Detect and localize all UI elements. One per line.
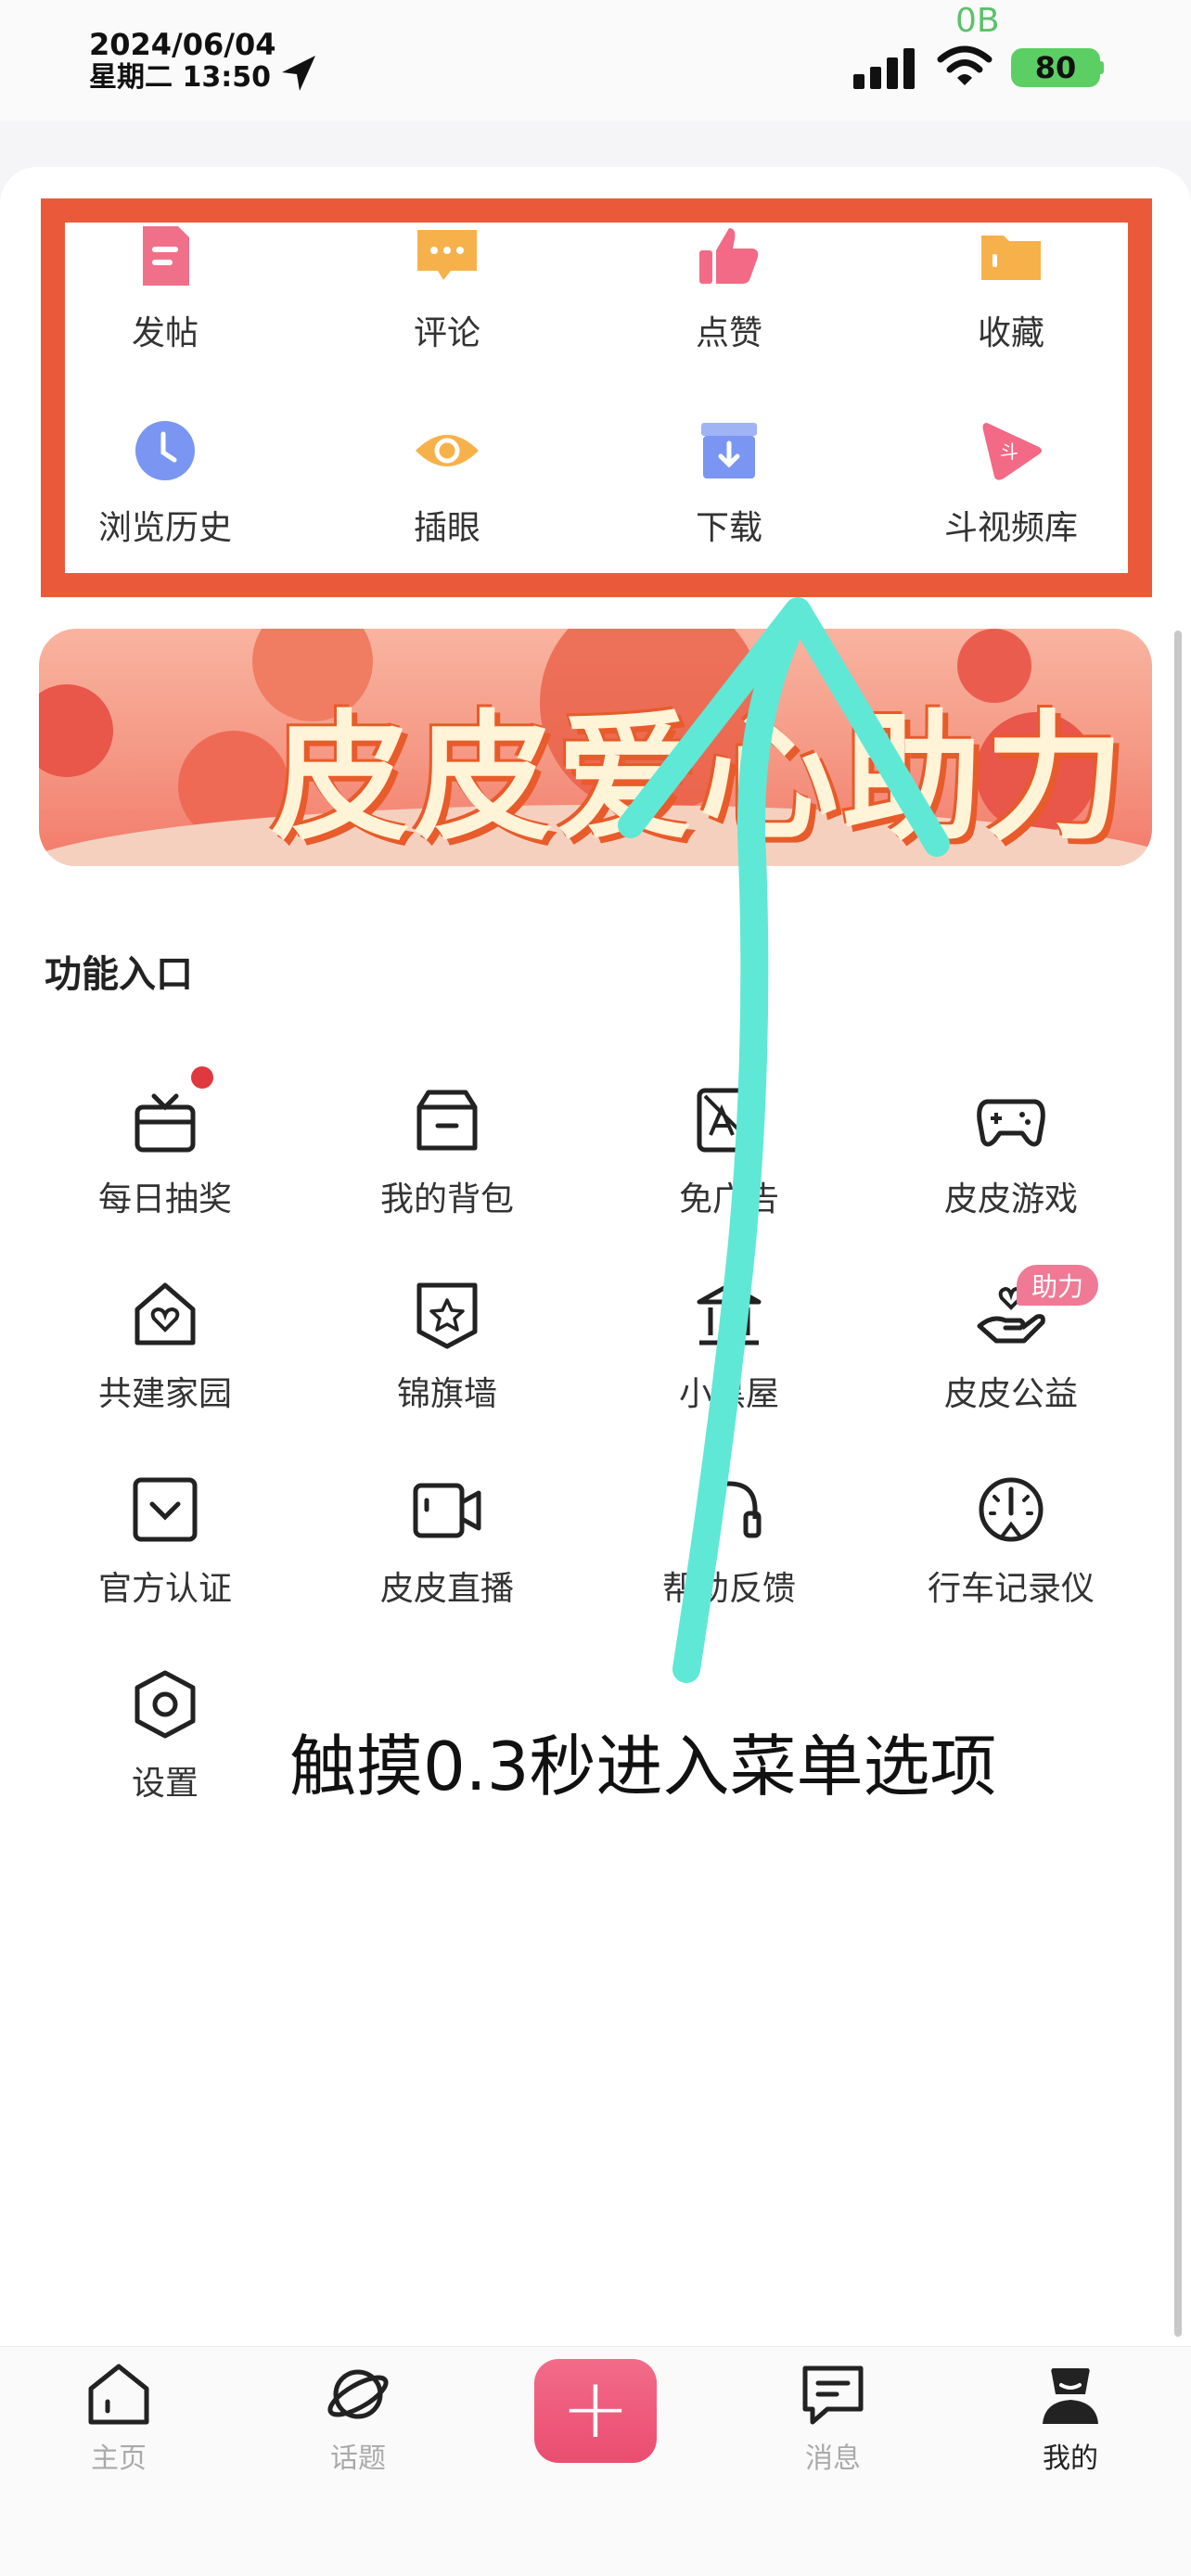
tab-label: 我的 <box>1043 2442 1098 2475</box>
func-live[interactable]: 皮皮直播 <box>308 1473 586 1610</box>
backpack-icon <box>416 1090 478 1151</box>
dashcam-gauge-icon <box>979 1477 1044 1542</box>
net-speed: 0B <box>955 2 1000 40</box>
tab-label: 消息 <box>805 2442 861 2475</box>
func-build-home[interactable]: 共建家园 <box>26 1278 304 1415</box>
settings-hex-icon <box>134 1670 196 1739</box>
tab-mine[interactable]: 我的 <box>996 2361 1145 2476</box>
func-official-cert[interactable]: 官方认证 <box>26 1473 304 1610</box>
notification-dot <box>191 1066 213 1089</box>
profile-icon <box>1043 2368 1098 2424</box>
gamepad-icon <box>977 1099 1045 1147</box>
planet-icon <box>327 2369 389 2419</box>
func-label: 每日抽奖 <box>97 1180 232 1218</box>
func-backpack[interactable]: 我的背包 <box>308 1083 586 1220</box>
func-label: 设置 <box>131 1765 198 1803</box>
gesture-instruction-text: 触摸0.3秒进入菜单选项 <box>289 1728 997 1805</box>
create-post-button[interactable]: + <box>534 2359 657 2463</box>
live-camera-icon <box>413 1483 481 1538</box>
message-icon <box>802 2366 864 2425</box>
tab-topics[interactable]: 话题 <box>284 2361 432 2476</box>
status-bar: 2024/06/04 星期二 13:50 0B 80 <box>0 0 1191 121</box>
home-icon <box>88 2364 149 2425</box>
highlight-box <box>41 198 1152 597</box>
battery-indicator: 80 <box>1011 48 1100 87</box>
func-label: 锦旗墙 <box>396 1375 497 1413</box>
tab-home[interactable]: 主页 <box>45 2361 193 2476</box>
status-time: 星期二 13:50 <box>89 61 271 94</box>
func-banner-wall[interactable]: 锦旗墙 <box>308 1278 586 1415</box>
section-title: 功能入口 <box>45 953 193 996</box>
func-label: 官方认证 <box>97 1570 232 1608</box>
func-settings[interactable]: 设置 <box>26 1667 304 1804</box>
swipe-up-arrow-annotation <box>618 597 950 1683</box>
cell-signal-icon <box>853 48 915 89</box>
tab-label: 主页 <box>91 2442 147 2475</box>
func-daily-lottery[interactable]: 每日抽奖 <box>26 1083 304 1220</box>
scrollbar[interactable] <box>1174 631 1182 2337</box>
tab-label: 话题 <box>330 2442 386 2475</box>
battery-tip <box>1098 61 1104 74</box>
location-arrow-icon <box>282 56 315 91</box>
certified-icon <box>133 1477 198 1542</box>
func-label: 皮皮直播 <box>379 1570 514 1608</box>
func-label: 共建家园 <box>97 1375 232 1413</box>
home-heart-icon <box>134 1282 196 1345</box>
gift-icon <box>134 1093 196 1153</box>
func-label: 我的背包 <box>379 1180 514 1218</box>
badge-star-icon <box>416 1282 478 1349</box>
tab-messages[interactable]: 消息 <box>759 2361 907 2476</box>
help-badge: 助力 <box>1017 1265 1099 1306</box>
status-date: 2024/06/04 <box>89 27 276 62</box>
balloon-decoration <box>39 684 113 777</box>
wifi-icon <box>937 45 992 85</box>
